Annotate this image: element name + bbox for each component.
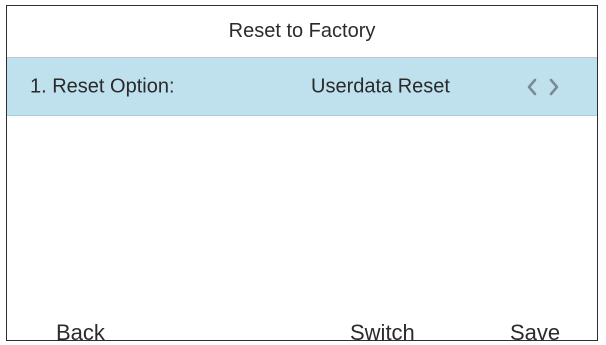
save-softkey[interactable]: Save [510,320,560,340]
reset-option-value: Userdata Reset [311,75,450,97]
title-bar: Reset to Factory [7,6,597,58]
page-title: Reset to Factory [228,20,376,42]
switch-softkey[interactable]: Switch [350,320,415,340]
chevron-right-icon[interactable] [547,77,561,97]
reset-option-label: 1. Reset Option: [30,75,175,97]
chevron-left-icon[interactable] [525,77,539,97]
phone-screen: Reset to Factory 1. Reset Option: Userda… [6,5,598,341]
back-softkey[interactable]: Back [56,320,105,340]
reset-option-row[interactable]: 1. Reset Option: Userdata Reset [7,58,597,116]
softkey-bar: Back Switch Save [7,314,597,340]
content-area [7,116,597,314]
